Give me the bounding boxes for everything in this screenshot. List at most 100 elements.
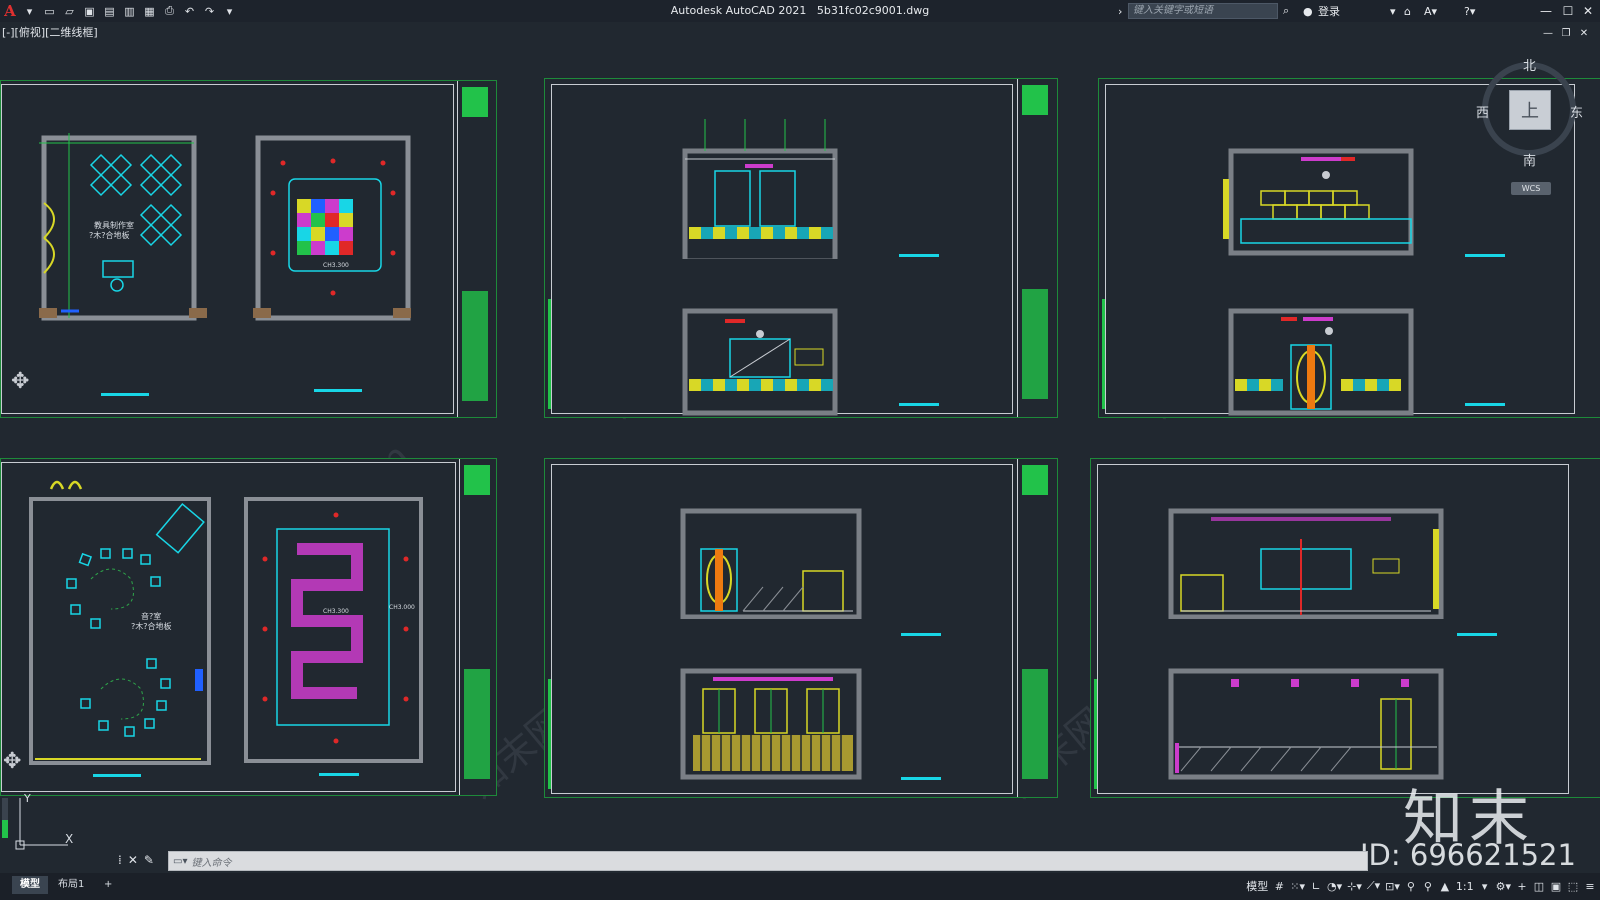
annotation-scale-icon[interactable]: ▲ [1439,880,1451,893]
drawing-sheet-1[interactable]: 教具制作室 ?木?合地板 CH3.300 ✥ [0,80,497,418]
publish-icon[interactable]: ▥ [121,2,138,20]
scale-dropdown-icon[interactable]: ▾ [1479,880,1491,893]
drawing-sheet-4[interactable]: 音?室 ?木?合地板 CH3.300 CH3.000 ✥ [0,458,497,796]
model-space-button[interactable]: 模型 [1246,878,1268,894]
command-placeholder: 键入命令 [191,857,232,869]
redo-icon[interactable]: ↷ [201,2,218,20]
plot-preview-icon[interactable]: ▦ [141,2,158,20]
compass-north[interactable]: 北 [1523,55,1536,74]
svg-text:X: X [65,832,73,846]
command-line-icons: ⁞ ✕ ✎ [118,853,154,867]
room-a-name: 教具制作室 [94,220,134,230]
annotation-scale-value[interactable]: 1:1 [1456,880,1474,893]
window-title: Autodesk AutoCAD 2021 5b31fc02c9001.dwg [0,4,1600,17]
floor-plan-room-a: 教具制作室 ?木?合地板 [39,133,207,321]
status-bar: 模型 布局1 + 模型 # ⁙▾ ∟ ◔▾ ⊹▾ ⟋▾ ⊡▾ ⚲ ⚲ ▲ 1:1… [0,873,1600,900]
room-b-name: 音?室 [141,611,161,621]
selection-cycling-icon[interactable]: ⊡▾ [1385,880,1400,893]
tab-add[interactable]: + [96,876,120,894]
ortho-icon[interactable]: ∟ [1310,880,1322,893]
command-prompt-icon[interactable]: ▭▾ [169,856,191,867]
watermark-id: ID: 696621521 [1360,838,1576,872]
print-icon[interactable]: ⎙ [161,2,178,20]
tab-model[interactable]: 模型 [12,876,48,894]
vertical-scroll-indicator[interactable] [2,798,8,838]
auto-scale-icon[interactable]: ⚲ [1422,880,1434,893]
new-icon[interactable]: ▭ [41,2,58,20]
pan-icon[interactable]: ✥ [3,749,21,774]
customize-icon[interactable]: ▾ [221,2,238,20]
command-grip-icon[interactable]: ⁞ [118,853,122,867]
ceiling-b-level-label: CH3.300 [323,608,349,615]
customization-menu-icon[interactable]: ≡ [1584,880,1596,893]
elevation-a [682,119,838,259]
status-toolbar: 模型 # ⁙▾ ∟ ◔▾ ⊹▾ ⟋▾ ⊡▾ ⚲ ⚲ ▲ 1:1 ▾ ⚙▾ + ◫… [1246,877,1596,895]
ucs-icon: Y X [15,792,73,850]
title-bar: A ▾ ▭ ▱ ▣ ▤ ▥ ▦ ⎙ ↶ ↷ ▾ Autodesk AutoCAD… [0,0,1600,22]
isolate-icon[interactable]: ◫ [1533,880,1545,893]
pan-icon[interactable]: ✥ [11,369,29,394]
ceiling-level-label: CH3.300 [323,262,349,269]
drawing-sheet-5[interactable] [544,458,1058,798]
compass-south[interactable]: 南 [1523,150,1536,169]
floor-plan-room-b: 音?室 ?木?合地板 [29,480,211,765]
login-dropdown-icon[interactable]: ▾ [1390,3,1396,19]
login-button[interactable]: 登录 [1318,3,1340,19]
polar-icon[interactable]: ◔▾ [1327,880,1342,893]
annotation-visibility-icon[interactable]: ⚲ [1405,880,1417,893]
undo-icon[interactable]: ↶ [181,2,198,20]
viewport-label[interactable]: [-][俯视][二维线框] [2,24,98,40]
app-menu-chevron-icon[interactable]: ▾ [21,2,38,20]
maximize-icon[interactable]: ☐ [1558,2,1578,20]
elevation-d [1228,308,1414,416]
command-input[interactable]: ▭▾ 键入命令 [168,851,1368,871]
title-block [1017,79,1055,417]
elevation-c [1223,148,1414,256]
saveas-icon[interactable]: ▤ [101,2,118,20]
room-a-floor: ?木?合地板 [89,230,130,240]
ceiling-b-level-label-2: CH3.000 [389,604,415,611]
compass-east[interactable]: 东 [1570,102,1583,121]
clean-screen-icon[interactable]: ⬚ [1567,880,1579,893]
elevation-g [1168,508,1444,619]
grid-icon[interactable]: # [1273,880,1285,893]
drawing-sheet-6[interactable] [1090,458,1600,798]
search-icon[interactable]: ⌕ [1283,3,1289,19]
plan-title-bar [101,393,149,396]
drawing-sheet-2[interactable] [544,78,1058,418]
minimize-icon[interactable]: — [1536,2,1556,20]
command-close-icon[interactable]: ✕ [128,853,138,867]
user-icon[interactable]: ● [1303,3,1313,19]
room-b-floor: ?木?合地板 [131,621,172,631]
snap-icon[interactable]: ⁙▾ [1290,880,1305,893]
ceiling-plan-room-b: CH3.300 CH3.000 [244,497,423,763]
wcs-menu[interactable]: WCS [1511,182,1551,195]
viewcube-top-face[interactable]: 上 [1509,90,1551,130]
ceiling-plan-room-a: CH3.300 [253,135,411,321]
autocad-logo-icon[interactable]: A [2,2,18,20]
app-title: Autodesk AutoCAD 2021 [670,4,807,17]
lineweight-icon[interactable]: ⟋▾ [1367,879,1380,893]
osnap-icon[interactable]: ⊹▾ [1347,880,1362,893]
add-icon[interactable]: + [1516,880,1528,893]
help-icon[interactable]: ?▾ [1464,3,1475,19]
command-customize-icon[interactable]: ✎ [144,853,154,867]
cart-icon[interactable]: ⌂ [1404,3,1411,19]
title-block [457,81,495,417]
hardware-accel-icon[interactable]: ▣ [1550,880,1562,893]
close-icon[interactable]: ✕ [1578,2,1598,20]
plan-title-bar [314,389,362,392]
compass-west[interactable]: 西 [1476,102,1489,121]
elevation-e [680,508,862,619]
save-icon[interactable]: ▣ [81,2,98,20]
tab-layout1[interactable]: 布局1 [50,876,92,894]
search-chevron-icon[interactable]: › [1118,3,1122,19]
search-input[interactable]: 键入关键字或短语 [1128,3,1278,19]
autodesk-app-icon[interactable]: A▾ [1424,3,1437,19]
open-icon[interactable]: ▱ [61,2,78,20]
svg-text:Y: Y [23,792,31,805]
elevation-b [682,308,838,416]
drawing-canvas[interactable]: 知末网www.znzmo.com 知末网www.znzmo.com 知末网www… [0,40,1600,855]
elevation-h [1168,668,1444,780]
workspace-gear-icon[interactable]: ⚙▾ [1496,880,1511,893]
